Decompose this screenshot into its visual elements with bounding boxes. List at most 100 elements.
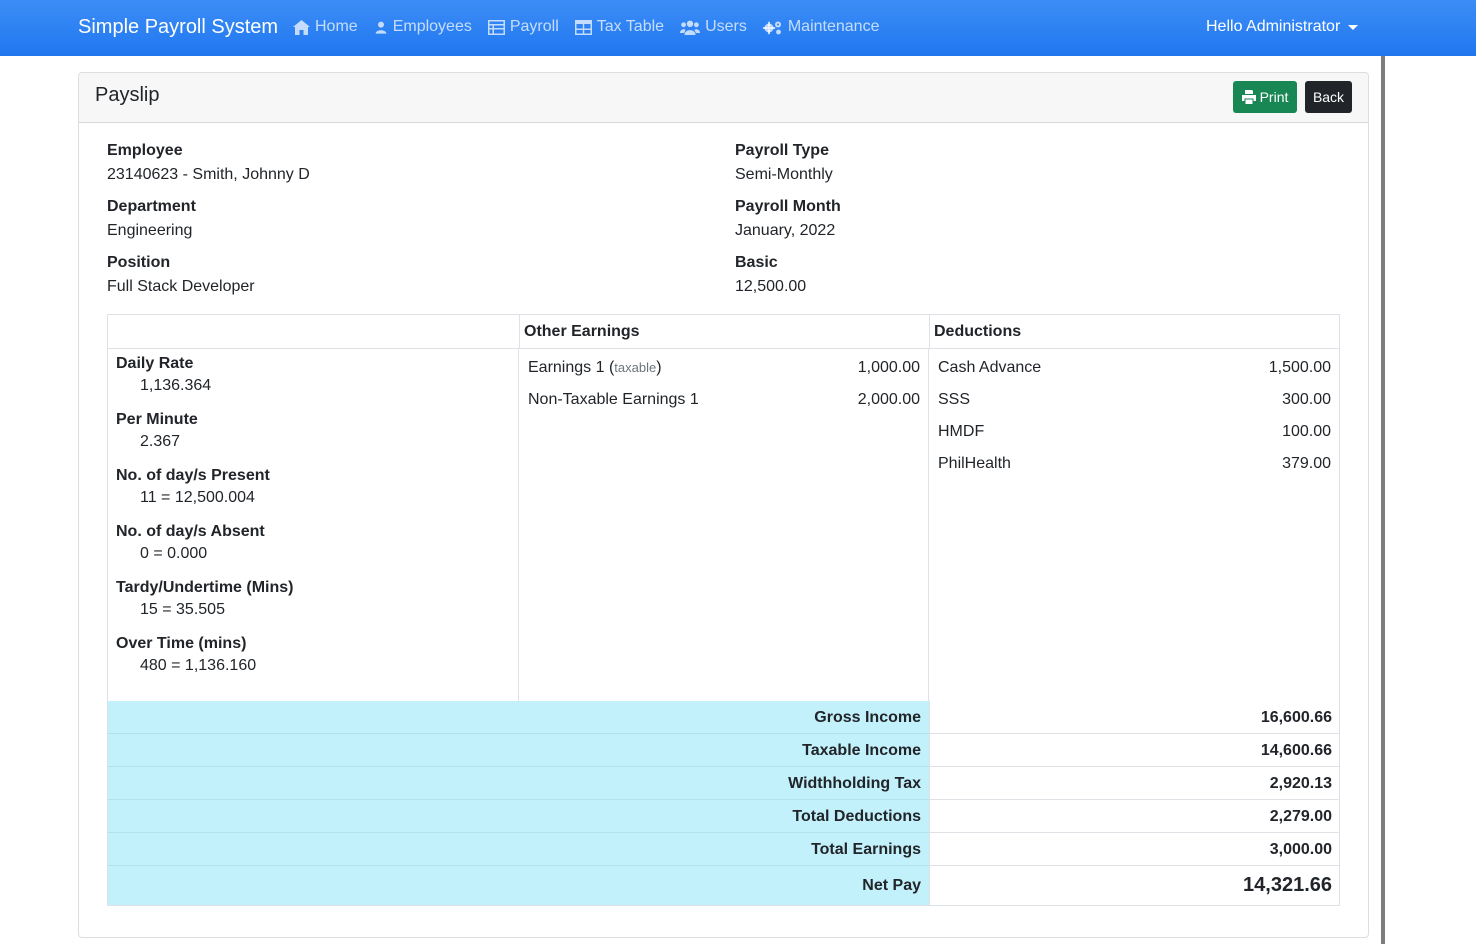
nav-tax-table[interactable]: Tax Table bbox=[574, 18, 665, 36]
employee-value: 23140623 - Smith, Johnny D bbox=[107, 166, 310, 183]
card-header: Payslip Print Back bbox=[79, 73, 1368, 123]
payroll-month-value: January, 2022 bbox=[735, 222, 836, 239]
department-value: Engineering bbox=[107, 222, 193, 239]
deduction-amount: 300.00 bbox=[1282, 391, 1331, 408]
earning-name: Earnings 1 bbox=[528, 359, 605, 376]
nav-users-label: Users bbox=[705, 18, 747, 35]
earning-amount: 1,000.00 bbox=[857, 359, 920, 376]
summary-label: Widthholding Tax bbox=[108, 767, 929, 800]
payroll-type-label: Payroll Type bbox=[735, 142, 829, 159]
main-nav: Home Employees Payroll Tax Table Users M… bbox=[293, 18, 895, 36]
summary-value: 2,920.13 bbox=[929, 767, 1340, 800]
vertical-scrollbar[interactable] bbox=[1381, 56, 1385, 944]
nav-users[interactable]: Users bbox=[680, 18, 747, 36]
position-value: Full Stack Developer bbox=[107, 278, 255, 295]
nav-maintenance[interactable]: Maintenance bbox=[762, 18, 880, 36]
days-absent-label: No. of day/s Absent bbox=[116, 523, 265, 540]
nav-maintenance-label: Maintenance bbox=[787, 18, 880, 35]
print-button[interactable]: Print bbox=[1233, 81, 1297, 113]
nav-tax-table-label: Tax Table bbox=[596, 18, 665, 35]
back-button[interactable]: Back bbox=[1305, 81, 1352, 113]
attendance-item: Per Minute 2.367 bbox=[116, 411, 198, 451]
basic-label: Basic bbox=[735, 254, 778, 271]
payslip-table: Other Earnings Deductions Daily Rate 1,1… bbox=[107, 314, 1340, 906]
earning-amount: 2,000.00 bbox=[857, 391, 920, 408]
summary-label: Taxable Income bbox=[108, 734, 929, 767]
tardy-value: 15 = 35.505 bbox=[140, 601, 225, 618]
column-divider bbox=[518, 349, 519, 701]
deduction-name: PhilHealth bbox=[938, 455, 1011, 472]
overtime-value: 480 = 1,136.160 bbox=[140, 657, 257, 674]
net-pay-value: 14,321.66 bbox=[929, 866, 1340, 905]
per-minute-value: 2.367 bbox=[140, 433, 181, 450]
top-navbar: Simple Payroll System Home Employees Pay… bbox=[0, 0, 1476, 56]
summary-label: Total Deductions bbox=[108, 800, 929, 833]
deduction-amount: 1,500.00 bbox=[1268, 359, 1331, 376]
column-divider bbox=[928, 349, 929, 701]
table-header-empty bbox=[108, 315, 519, 349]
attendance-item: Daily Rate 1,136.364 bbox=[116, 355, 211, 395]
days-absent-value: 0 = 0.000 bbox=[140, 545, 208, 562]
attendance-item: Over Time (mins) 480 = 1,136.160 bbox=[116, 635, 256, 675]
basic-value: 12,500.00 bbox=[735, 278, 807, 295]
attendance-item: No. of day/s Present 11 = 12,500.004 bbox=[116, 467, 270, 507]
days-present-label: No. of day/s Present bbox=[116, 467, 270, 484]
summary-value: 14,600.66 bbox=[929, 734, 1340, 767]
deduction-name: Cash Advance bbox=[938, 359, 1042, 376]
department-label: Department bbox=[107, 198, 196, 215]
daily-rate-label: Daily Rate bbox=[116, 355, 194, 372]
employee-label: Employee bbox=[107, 142, 183, 159]
home-icon bbox=[293, 19, 310, 35]
deduction-row: HMDF 100.00 bbox=[938, 423, 1331, 441]
earning-name-cell: Earnings 1 (taxable) bbox=[528, 359, 662, 376]
print-label: Print bbox=[1259, 89, 1289, 105]
user-greeting: Hello Administrator bbox=[1206, 18, 1341, 35]
deductions-header: Deductions bbox=[929, 315, 1340, 349]
tardy-label: Tardy/Undertime (Mins) bbox=[116, 579, 294, 596]
summary-label: Gross Income bbox=[108, 701, 929, 734]
table-list-icon bbox=[487, 19, 505, 35]
nav-payroll[interactable]: Payroll bbox=[487, 18, 559, 36]
deduction-name: SSS bbox=[938, 391, 971, 408]
deduction-row: Cash Advance 1,500.00 bbox=[938, 359, 1331, 377]
nav-payroll-label: Payroll bbox=[509, 18, 559, 35]
per-minute-label: Per Minute bbox=[116, 411, 198, 428]
payroll-month-label: Payroll Month bbox=[735, 198, 841, 215]
printer-icon bbox=[1241, 90, 1256, 104]
attendance-item: Tardy/Undertime (Mins) 15 = 35.505 bbox=[116, 579, 294, 619]
users-icon bbox=[680, 20, 701, 35]
summary-value: 16,600.66 bbox=[929, 701, 1340, 734]
other-earnings-header: Other Earnings bbox=[519, 315, 929, 349]
deduction-name: HMDF bbox=[938, 423, 985, 440]
table-icon bbox=[574, 19, 592, 35]
user-icon bbox=[375, 21, 387, 34]
days-present-value: 11 = 12,500.004 bbox=[140, 489, 255, 506]
deduction-row: SSS 300.00 bbox=[938, 391, 1331, 409]
position-label: Position bbox=[107, 254, 171, 271]
earning-row: Earnings 1 (taxable) 1,000.00 bbox=[528, 359, 920, 377]
deduction-amount: 100.00 bbox=[1282, 423, 1331, 440]
summary-value: 3,000.00 bbox=[929, 833, 1340, 866]
nav-employees[interactable]: Employees bbox=[374, 18, 472, 36]
nav-home-label: Home bbox=[315, 18, 358, 35]
net-pay-label: Net Pay bbox=[108, 866, 929, 905]
payslip-card: Payslip Print Back Employee 23140623 - S… bbox=[78, 72, 1369, 938]
page-title: Payslip bbox=[95, 84, 160, 106]
taxable-tag: taxable bbox=[614, 360, 657, 375]
earning-name: Non-Taxable Earnings 1 bbox=[528, 391, 699, 408]
user-menu-dropdown[interactable]: Hello Administrator bbox=[1206, 18, 1359, 36]
overtime-label: Over Time (mins) bbox=[116, 635, 247, 652]
attendance-item: No. of day/s Absent 0 = 0.000 bbox=[116, 523, 265, 563]
summary-value: 2,279.00 bbox=[929, 800, 1340, 833]
summary-label: Total Earnings bbox=[108, 833, 929, 866]
caret-down-icon bbox=[1348, 24, 1359, 30]
earning-row: Non-Taxable Earnings 1 2,000.00 bbox=[528, 391, 920, 409]
deduction-amount: 379.00 bbox=[1282, 455, 1331, 472]
nav-home[interactable]: Home bbox=[293, 18, 358, 36]
brand-title[interactable]: Simple Payroll System bbox=[78, 16, 278, 39]
nav-employees-label: Employees bbox=[392, 18, 472, 35]
payroll-type-value: Semi-Monthly bbox=[735, 166, 833, 183]
deduction-row: PhilHealth 379.00 bbox=[938, 455, 1331, 473]
gears-icon bbox=[762, 21, 781, 34]
daily-rate-value: 1,136.364 bbox=[140, 377, 212, 394]
